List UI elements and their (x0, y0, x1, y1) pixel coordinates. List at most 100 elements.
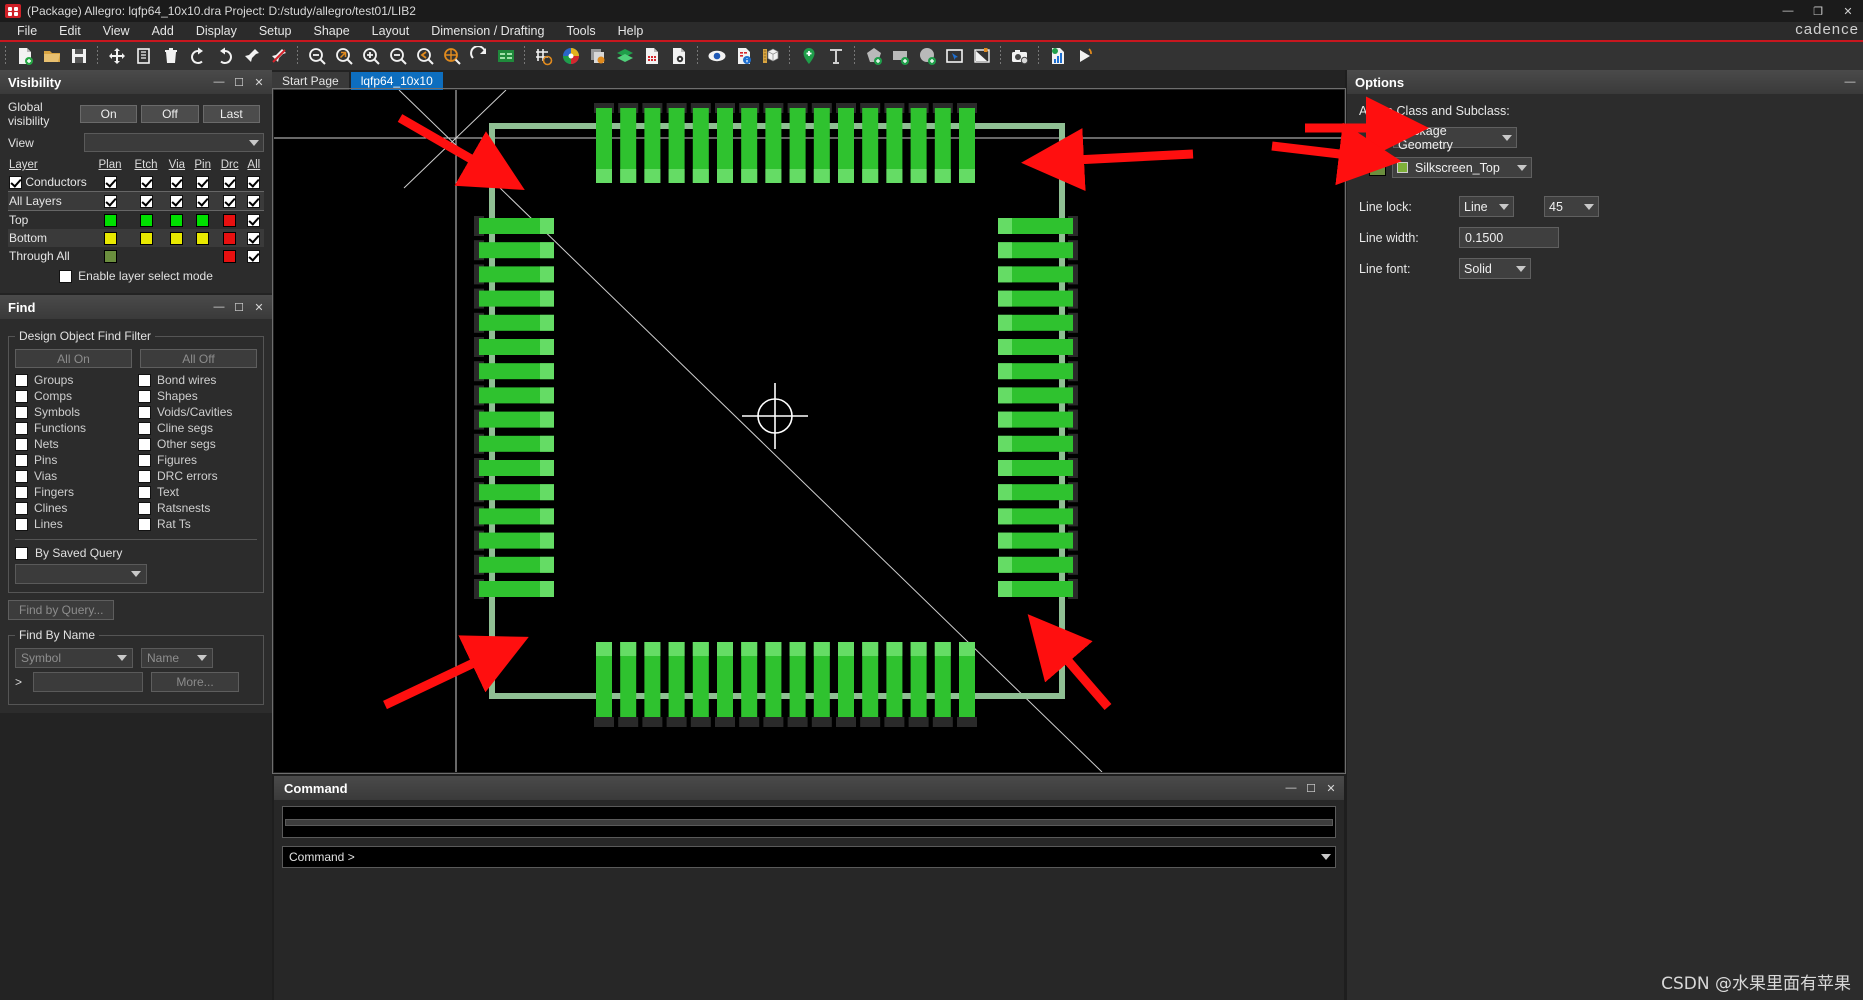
top-all-checkbox[interactable] (247, 214, 260, 227)
find-minimize-icon[interactable]: — (210, 299, 228, 315)
3d-view-icon[interactable] (757, 43, 784, 69)
filter-symbols-checkbox[interactable] (15, 406, 28, 419)
filter-groups[interactable]: Groups (15, 373, 134, 387)
filter-bond-wires[interactable]: Bond wires (138, 373, 257, 387)
open-folder-icon[interactable] (38, 43, 65, 69)
move-icon[interactable] (103, 43, 130, 69)
menu-tools[interactable]: Tools (555, 23, 606, 39)
bottom-etch-swatch[interactable] (140, 232, 153, 245)
by-saved-query-row[interactable]: By Saved Query (15, 546, 257, 560)
subclass-color-swatch[interactable] (1369, 159, 1386, 176)
filter-text[interactable]: Text (138, 485, 257, 499)
maximize-button[interactable]: ❐ (1803, 0, 1833, 22)
tab-start-page[interactable]: Start Page (272, 72, 349, 90)
filter-nets[interactable]: Nets (15, 437, 134, 451)
line-width-value[interactable]: 0.1500 (1459, 227, 1559, 248)
filter-other-segs-checkbox[interactable] (138, 438, 151, 451)
through-all-drc-swatch[interactable] (223, 250, 236, 263)
find-name-field-select[interactable]: Name (141, 648, 213, 668)
active-subclass-select[interactable]: Silkscreen_Top (1392, 157, 1532, 178)
filter-figures[interactable]: Figures (138, 453, 257, 467)
find-close-icon[interactable]: ✕ (250, 299, 268, 315)
menu-edit[interactable]: Edit (48, 23, 92, 39)
report-icon[interactable] (638, 43, 665, 69)
filter-nets-checkbox[interactable] (15, 438, 28, 451)
top-via-swatch[interactable] (170, 214, 183, 227)
filter-text-checkbox[interactable] (138, 486, 151, 499)
zoom-window-icon[interactable] (330, 43, 357, 69)
all-layers-plan-checkbox[interactable] (104, 195, 117, 208)
animate-icon[interactable] (1071, 43, 1098, 69)
zoom-previous-icon[interactable] (411, 43, 438, 69)
conductors-etch-checkbox[interactable] (140, 176, 153, 189)
conductors-row-checkbox[interactable] (9, 176, 22, 189)
display-measure-icon[interactable] (730, 43, 757, 69)
menu-help[interactable]: Help (607, 23, 655, 39)
command-close-icon[interactable]: ✕ (1322, 780, 1340, 796)
menu-dimension-drafting[interactable]: Dimension / Drafting (420, 23, 555, 39)
grid-toggle-icon[interactable] (530, 43, 557, 69)
enable-layer-select-checkbox[interactable] (59, 270, 72, 283)
snapshot-icon[interactable] (1006, 43, 1033, 69)
filter-vias[interactable]: Vias (15, 469, 134, 483)
menu-setup[interactable]: Setup (248, 23, 303, 39)
top-etch-swatch[interactable] (140, 214, 153, 227)
through-all-plan-swatch[interactable] (104, 250, 117, 263)
filter-comps-checkbox[interactable] (15, 390, 28, 403)
view-select[interactable] (84, 133, 264, 152)
board-icon[interactable] (492, 43, 519, 69)
find-name-input[interactable] (33, 672, 143, 692)
close-button[interactable]: ✕ (1833, 0, 1863, 22)
conductors-pin-checkbox[interactable] (196, 176, 209, 189)
line-angle-select[interactable]: 45 (1544, 196, 1599, 217)
all-layers-all-checkbox[interactable] (247, 195, 260, 208)
properties-icon[interactable] (665, 43, 692, 69)
global-visibility-last-button[interactable]: Last (203, 105, 260, 123)
save-icon[interactable] (65, 43, 92, 69)
filter-figures-checkbox[interactable] (138, 454, 151, 467)
menu-display[interactable]: Display (185, 23, 248, 39)
filter-cline-segs-checkbox[interactable] (138, 422, 151, 435)
conductors-via-checkbox[interactable] (170, 176, 183, 189)
filter-comps[interactable]: Comps (15, 389, 134, 403)
options-minimize-icon[interactable]: — (1841, 74, 1859, 90)
tab-lqfp64-10x10[interactable]: lqfp64_10x10 (351, 72, 443, 90)
shape-void-icon[interactable] (968, 43, 995, 69)
visibility-pane-icon[interactable] (584, 43, 611, 69)
add-text-icon[interactable] (822, 43, 849, 69)
filter-ratsnests[interactable]: Ratsnests (138, 501, 257, 515)
command-minimize-icon[interactable]: — (1282, 780, 1300, 796)
all-layers-pin-checkbox[interactable] (196, 195, 209, 208)
shape-polygon-icon[interactable] (860, 43, 887, 69)
bottom-all-checkbox[interactable] (247, 232, 260, 245)
filter-voids-cavities[interactable]: Voids/Cavities (138, 405, 257, 419)
filter-drc-errors-checkbox[interactable] (138, 470, 151, 483)
filter-bond-wires-checkbox[interactable] (138, 374, 151, 387)
line-lock-select[interactable]: Line (1459, 196, 1514, 217)
filter-fingers-checkbox[interactable] (15, 486, 28, 499)
minimize-button[interactable]: — (1773, 0, 1803, 22)
new-file-icon[interactable] (11, 43, 38, 69)
filter-groups-checkbox[interactable] (15, 374, 28, 387)
top-pin-swatch[interactable] (196, 214, 209, 227)
filter-pins[interactable]: Pins (15, 453, 134, 467)
filter-pins-checkbox[interactable] (15, 454, 28, 467)
visibility-minimize-icon[interactable]: — (210, 74, 228, 90)
line-font-select[interactable]: Solid (1459, 258, 1531, 279)
filter-fingers[interactable]: Fingers (15, 485, 134, 499)
chart-icon[interactable] (1044, 43, 1071, 69)
layers-icon[interactable] (611, 43, 638, 69)
add-pin-icon[interactable] (795, 43, 822, 69)
filter-rat-ts[interactable]: Rat Ts (138, 517, 257, 531)
command-history-dropdown-icon[interactable] (1317, 847, 1335, 867)
find-restore-icon[interactable]: ☐ (230, 299, 248, 315)
pin-icon[interactable] (238, 43, 265, 69)
visibility-restore-icon[interactable]: ☐ (230, 74, 248, 90)
select-shape-icon[interactable] (941, 43, 968, 69)
bottom-plan-swatch[interactable] (104, 232, 117, 245)
filter-clines[interactable]: Clines (15, 501, 134, 515)
by-saved-query-checkbox[interactable] (15, 547, 28, 560)
all-layers-drc-checkbox[interactable] (223, 195, 236, 208)
redraw-icon[interactable] (465, 43, 492, 69)
command-restore-icon[interactable]: ☐ (1302, 780, 1320, 796)
